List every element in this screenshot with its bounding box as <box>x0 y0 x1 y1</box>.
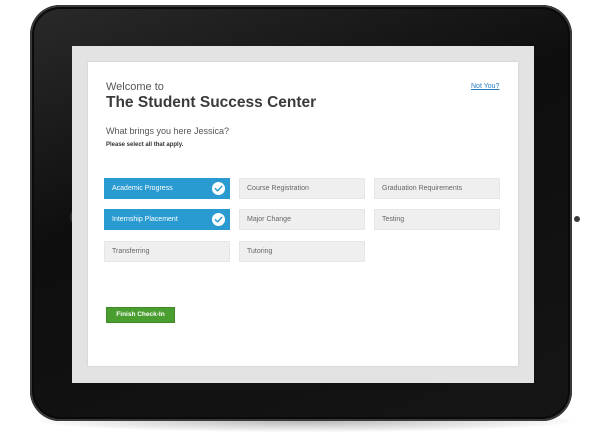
check-circle-icon <box>212 182 225 195</box>
option-label: Course Registration <box>247 185 309 192</box>
page-title: The Student Success Center <box>106 94 317 111</box>
camera-lens <box>574 216 580 222</box>
select-hint: Please select all that apply. <box>106 142 184 148</box>
option-testing[interactable]: Testing <box>374 209 500 230</box>
option-label: Major Change <box>247 216 291 223</box>
option-label: Tutoring <box>247 248 273 255</box>
tablet-screen: Welcome to The Student Success Center No… <box>72 46 534 383</box>
finish-check-in-button[interactable]: Finish Check-In <box>106 307 175 323</box>
option-major-change[interactable]: Major Change <box>239 209 365 230</box>
option-academic-progress[interactable]: Academic Progress <box>104 178 230 199</box>
option-course-registration[interactable]: Course Registration <box>239 178 365 199</box>
welcome-text: Welcome to <box>106 81 164 93</box>
check-circle-icon <box>212 213 225 226</box>
option-label: Testing <box>382 216 405 223</box>
question-text: What brings you here Jessica? <box>106 126 230 136</box>
option-graduation-requirements[interactable]: Graduation Requirements <box>374 178 500 199</box>
option-label: Transferring <box>112 248 150 255</box>
option-label: Internship Placement <box>112 216 178 223</box>
check-in-card: Welcome to The Student Success Center No… <box>88 62 518 366</box>
not-you-link[interactable]: Not You? <box>471 83 499 90</box>
option-label: Academic Progress <box>112 185 173 192</box>
option-tutoring[interactable]: Tutoring <box>239 241 365 262</box>
option-label: Graduation Requirements <box>382 185 463 192</box>
option-internship-placement[interactable]: Internship Placement <box>104 209 230 230</box>
option-transferring[interactable]: Transferring <box>104 241 230 262</box>
